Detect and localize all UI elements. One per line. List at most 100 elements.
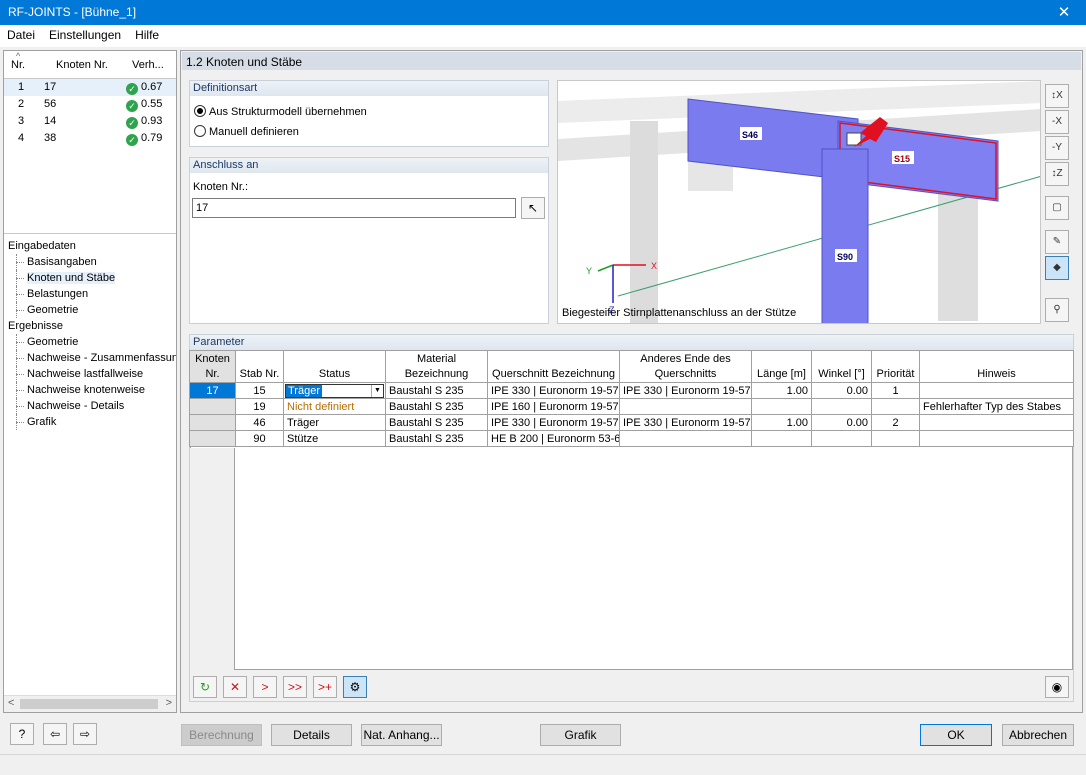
cell-material[interactable]: Baustahl S 235 (385, 398, 488, 415)
abbrechen-button[interactable]: Abbrechen (1002, 724, 1074, 746)
cell-winkel[interactable] (811, 430, 872, 447)
graphic-view[interactable]: S46 S15 S90 X Y Z Biegesteifer Stirnplat… (557, 80, 1041, 324)
cell-hinweis[interactable]: Fehlerhafter Typ des Stabes (919, 398, 1074, 415)
tree-nw-details[interactable]: Nachweise - Details (4, 398, 176, 414)
node-row[interactable]: 1 17 ✓ 0.67 (4, 79, 176, 96)
ok-button[interactable]: OK (920, 724, 992, 746)
cell-winkel[interactable]: 0.00 (811, 414, 872, 431)
cell-hinweis[interactable] (919, 414, 1074, 431)
cell-material[interactable]: Baustahl S 235 (385, 430, 488, 447)
close-icon[interactable]: ✕ (1042, 0, 1086, 25)
delete-icon[interactable]: ✕ (223, 676, 247, 698)
cell-stab[interactable]: 15 (235, 382, 284, 399)
view-minus-x-icon[interactable]: -X (1045, 110, 1069, 134)
cell-stab[interactable]: 19 (235, 398, 284, 415)
cell-winkel[interactable] (811, 398, 872, 415)
status-select[interactable]: Träger ▼ (285, 383, 384, 398)
cell-hinweis[interactable] (919, 430, 1074, 447)
node-row[interactable]: 4 38 ✓ 0.79 (4, 130, 176, 147)
next-all-icon[interactable]: >> (283, 676, 307, 698)
cell-querschnitt[interactable]: IPE 330 | Euronorm 19-57 (487, 382, 620, 399)
cell-laenge[interactable] (751, 430, 812, 447)
settings-icon[interactable]: ⚙ (343, 676, 367, 698)
table-row[interactable]: 90 Stütze Baustahl S 235 HE B 200 | Euro… (189, 430, 1074, 447)
cell-anderes[interactable]: IPE 330 | Euronorm 19-57 (619, 382, 752, 399)
cell-status[interactable]: Träger (283, 414, 386, 431)
node-row[interactable]: 3 14 ✓ 0.93 (4, 113, 176, 130)
cell-laenge[interactable] (751, 398, 812, 415)
cell-hinweis[interactable] (919, 382, 1074, 399)
grafik-button[interactable]: Grafik (540, 724, 621, 746)
node-row[interactable]: 2 56 ✓ 0.55 (4, 96, 176, 113)
tree-nw-knotenweise[interactable]: Nachweise knotenweise (4, 382, 176, 398)
add-next-icon[interactable]: >+ (313, 676, 337, 698)
cell-material[interactable]: Baustahl S 235 (385, 382, 488, 399)
scroll-right-icon[interactable]: > (166, 697, 172, 709)
help-icon[interactable]: ? (10, 723, 34, 745)
refresh-icon[interactable]: ↻ (193, 676, 217, 698)
cell-stab[interactable]: 90 (235, 430, 284, 447)
col-verh[interactable]: Verh... (132, 59, 164, 71)
cell-anderes[interactable] (619, 430, 752, 447)
cell-laenge[interactable]: 1.00 (751, 382, 812, 399)
pick-node-icon[interactable]: ↖ (521, 197, 545, 219)
edit-icon[interactable]: ✎ (1045, 230, 1069, 254)
scroll-left-icon[interactable]: < (8, 697, 14, 709)
view-x-icon[interactable]: ↕X (1045, 84, 1069, 108)
tree-knoten-staebe[interactable]: Knoten und Stäbe (4, 270, 176, 286)
cell-knoten[interactable] (189, 398, 236, 415)
tree-grafik[interactable]: Grafik (4, 414, 176, 430)
cell-anderes[interactable] (619, 398, 752, 415)
export-icon[interactable]: ⇨ (73, 723, 97, 745)
next-icon[interactable]: > (253, 676, 277, 698)
cell-knoten[interactable]: 17 (189, 382, 236, 399)
berechnung-button[interactable]: Berechnung (181, 724, 262, 746)
tree-eingabedaten[interactable]: Eingabedaten (4, 238, 176, 254)
knoten-input[interactable]: 17 (192, 198, 516, 218)
eye-icon[interactable]: ◉ (1045, 676, 1069, 698)
view-minus-y-icon[interactable]: -Y (1045, 136, 1069, 160)
table-row[interactable]: 17 15 Träger ▼ Baustahl S 235 IPE 330 | E… (189, 382, 1074, 399)
cell-knoten[interactable] (189, 430, 236, 447)
render-icon[interactable]: ◆ (1045, 256, 1069, 280)
tree-geometrie-input[interactable]: Geometrie (4, 302, 176, 318)
details-button[interactable]: Details (271, 724, 352, 746)
cell-material[interactable]: Baustahl S 235 (385, 414, 488, 431)
menu-hilfe[interactable]: Hilfe (128, 25, 166, 42)
import-icon[interactable]: ⇦ (43, 723, 67, 745)
cell-querschnitt[interactable]: HE B 200 | Euronorm 53-6 (487, 430, 620, 447)
cell-laenge[interactable]: 1.00 (751, 414, 812, 431)
table-row[interactable]: 46 Träger Baustahl S 235 IPE 330 | Euron… (189, 414, 1074, 431)
cell-stab[interactable]: 46 (235, 414, 284, 431)
horizontal-scrollbar[interactable]: < > (4, 695, 176, 712)
tree-geometrie-result[interactable]: Geometrie (4, 334, 176, 350)
cell-status[interactable]: Träger ▼ (283, 382, 386, 399)
chevron-down-icon[interactable]: ▼ (371, 384, 383, 397)
menu-datei[interactable]: Datei (0, 25, 42, 42)
cell-prioritaet[interactable] (871, 398, 920, 415)
nat-anhang-button[interactable]: Nat. Anhang... (361, 724, 442, 746)
tree-belastungen[interactable]: Belastungen (4, 286, 176, 302)
cell-querschnitt[interactable]: IPE 160 | Euronorm 19-57 (487, 398, 620, 415)
cell-querschnitt[interactable]: IPE 330 | Euronorm 19-57 (487, 414, 620, 431)
tree-nw-lastfallweise[interactable]: Nachweise lastfallweise (4, 366, 176, 382)
col-knoten[interactable]: Knoten Nr. (56, 59, 108, 71)
cell-status[interactable]: Nicht definiert (283, 398, 386, 415)
cell-prioritaet[interactable]: 1 (871, 382, 920, 399)
view-z-icon[interactable]: ↕Z (1045, 162, 1069, 186)
zoom-tool-icon[interactable]: ⚲ (1045, 298, 1069, 322)
view-iso-icon[interactable]: ▢ (1045, 196, 1069, 220)
menu-einstellungen[interactable]: Einstellungen (42, 25, 128, 42)
cell-winkel[interactable]: 0.00 (811, 382, 872, 399)
radio-strukturmodell[interactable]: Aus Strukturmodell übernehmen (194, 105, 367, 118)
cell-knoten[interactable] (189, 414, 236, 431)
cell-prioritaet[interactable] (871, 430, 920, 447)
table-row[interactable]: 19 Nicht definiert Baustahl S 235 IPE 16… (189, 398, 1074, 415)
cell-anderes[interactable]: IPE 330 | Euronorm 19-57 (619, 414, 752, 431)
tree-ergebnisse[interactable]: Ergebnisse (4, 318, 176, 334)
cell-prioritaet[interactable]: 2 (871, 414, 920, 431)
radio-manuell[interactable]: Manuell definieren (194, 125, 299, 138)
tree-nw-zusammenfassung[interactable]: Nachweise - Zusammenfassung (4, 350, 176, 366)
tree-basisangaben[interactable]: Basisangaben (4, 254, 176, 270)
scroll-thumb[interactable] (20, 699, 158, 709)
